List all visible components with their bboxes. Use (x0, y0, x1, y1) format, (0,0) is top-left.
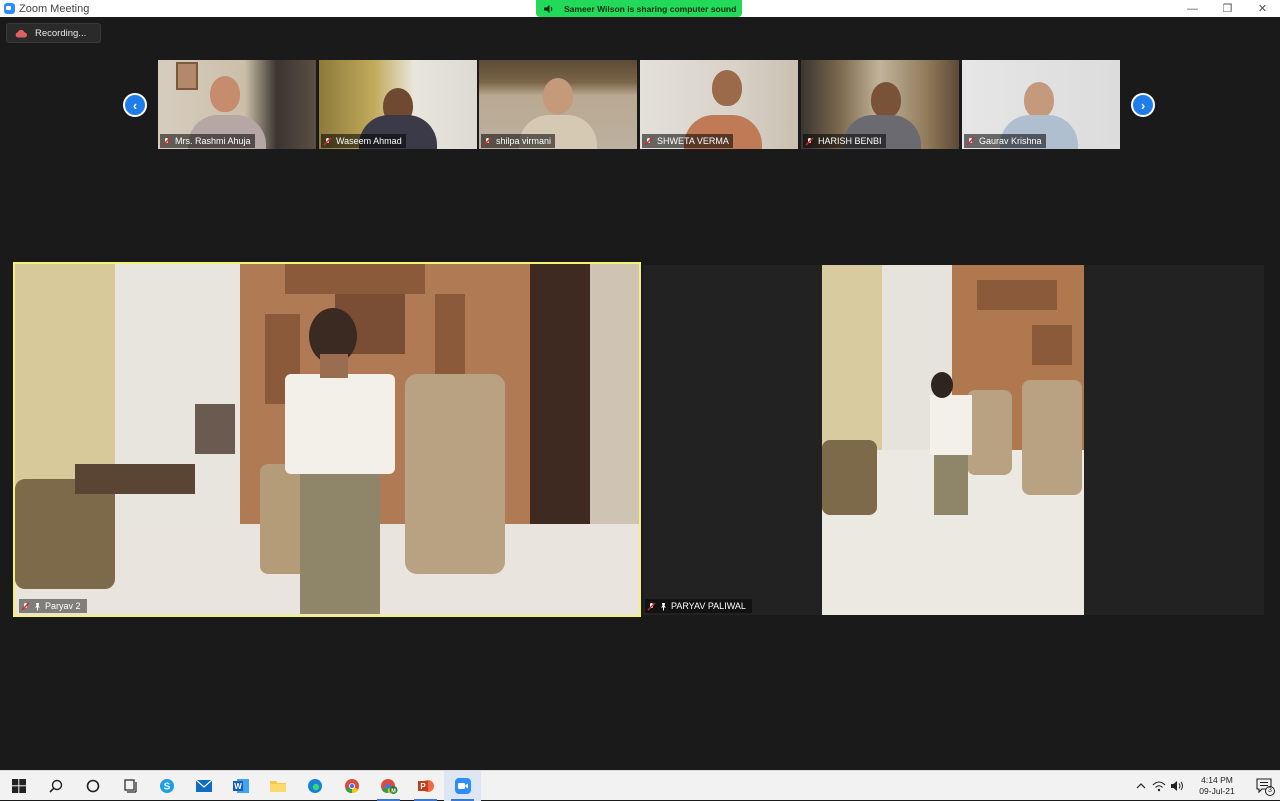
video-participant-name: PARYAV PALIWAL (671, 601, 746, 611)
wifi-icon (1152, 781, 1166, 792)
windows-taskbar: S W M P 4:14 PM 09-Jul-21 3 (0, 770, 1280, 801)
mic-muted-icon (647, 602, 656, 611)
windows-start-icon (11, 778, 26, 793)
chrome-profile-button[interactable]: M (370, 771, 407, 801)
participant-name: shilpa virmani (496, 136, 552, 146)
recording-indicator[interactable]: Recording... (6, 23, 101, 43)
show-hidden-icons-button[interactable] (1132, 771, 1150, 801)
participant-thumbnail[interactable]: SHWETA VERMA (640, 60, 798, 149)
skype-icon: S (159, 778, 174, 793)
chrome-profile-icon: M (380, 778, 397, 794)
word-icon: W (232, 778, 249, 793)
participant-thumbnail[interactable]: shilpa virmani (479, 60, 637, 149)
participant-name: Mrs. Rashmi Ahuja (175, 136, 251, 146)
mic-muted-icon (483, 137, 492, 146)
cortana-icon (86, 779, 99, 792)
clock-date: 09-Jul-21 (1199, 786, 1235, 796)
zoom-app-icon (4, 3, 15, 14)
sharing-banner-text: Sameer Wilson is sharing computer sound (564, 3, 737, 14)
mic-muted-icon (323, 137, 332, 146)
word-button[interactable]: W (222, 771, 259, 801)
folder-icon (269, 780, 286, 792)
participant-name: SHWETA VERMA (657, 136, 729, 146)
powerpoint-icon: P (417, 779, 434, 792)
participant-thumbnail[interactable]: Gaurav Krishna (962, 60, 1120, 149)
search-icon (48, 779, 62, 793)
mail-icon (195, 779, 212, 792)
restore-button[interactable]: ❐ (1210, 0, 1245, 17)
previous-page-button[interactable]: ‹ (123, 93, 147, 117)
file-explorer-button[interactable] (259, 771, 296, 801)
participant-name-tag: Gaurav Krishna (964, 134, 1046, 148)
window-title: Zoom Meeting (19, 2, 90, 15)
room-scene-illustration (822, 265, 1084, 615)
participant-video[interactable]: PARYAV PALIWAL (643, 265, 1264, 615)
task-view-button[interactable] (111, 771, 148, 801)
zoom-icon (454, 777, 471, 794)
video-name-tag: Paryav 2 (19, 599, 87, 613)
mic-muted-icon (966, 137, 975, 146)
chrome-icon (344, 778, 359, 793)
mic-muted-icon (21, 602, 30, 611)
edge-icon (307, 778, 322, 793)
svg-text:M: M (391, 788, 396, 794)
volume-icon (1171, 781, 1183, 791)
participant-name-tag: Mrs. Rashmi Ahuja (160, 134, 255, 148)
close-button[interactable]: ✕ (1245, 0, 1280, 17)
participant-name: HARISH BENBI (818, 136, 882, 146)
window-controls: — ❐ ✕ (1175, 0, 1280, 17)
cortana-button[interactable] (74, 771, 111, 801)
chrome-button[interactable] (333, 771, 370, 801)
zoom-button[interactable] (444, 770, 481, 801)
participant-name-tag: HARISH BENBI (803, 134, 886, 148)
svg-text:W: W (234, 782, 242, 791)
action-center-button[interactable]: 3 (1248, 771, 1280, 801)
sharing-sound-banner[interactable]: Sameer Wilson is sharing computer sound (536, 0, 742, 17)
skype-button[interactable]: S (148, 771, 185, 801)
network-button[interactable] (1150, 771, 1168, 801)
participant-name: Gaurav Krishna (979, 136, 1042, 146)
taskbar-clock[interactable]: 4:14 PM 09-Jul-21 (1186, 775, 1248, 797)
mic-muted-icon (644, 137, 653, 146)
volume-button[interactable] (1168, 771, 1186, 801)
start-button[interactable] (0, 771, 37, 801)
cloud-recording-icon (15, 29, 27, 37)
mic-muted-icon (805, 137, 814, 146)
recording-label: Recording... (35, 27, 87, 39)
participant-name-tag: SHWETA VERMA (642, 134, 733, 148)
pin-icon (33, 602, 42, 611)
mail-button[interactable] (185, 771, 222, 801)
next-page-button[interactable]: › (1131, 93, 1155, 117)
participant-thumbnail[interactable]: Waseem Ahmad (319, 60, 477, 149)
edge-button[interactable] (296, 771, 333, 801)
powerpoint-button[interactable]: P (407, 771, 444, 801)
participant-thumbnail[interactable]: Mrs. Rashmi Ahuja (158, 60, 316, 149)
clock-time: 4:14 PM (1201, 775, 1233, 785)
speaker-icon (544, 4, 553, 13)
svg-text:P: P (420, 782, 426, 791)
mic-muted-icon (162, 137, 171, 146)
pin-icon (659, 602, 668, 611)
room-scene-illustration (15, 264, 639, 615)
task-view-icon (123, 778, 137, 793)
notification-count-badge: 3 (1265, 786, 1275, 796)
participant-name-tag: shilpa virmani (481, 134, 556, 148)
video-name-tag: PARYAV PALIWAL (645, 599, 752, 613)
video-participant-name: Paryav 2 (45, 601, 81, 611)
svg-text:S: S (163, 781, 170, 792)
participant-thumbnail[interactable]: HARISH BENBI (801, 60, 959, 149)
participant-name: Waseem Ahmad (336, 136, 402, 146)
participant-name-tag: Waseem Ahmad (321, 134, 406, 148)
system-tray: 4:14 PM 09-Jul-21 3 (1132, 771, 1280, 801)
search-button[interactable] (37, 771, 74, 801)
minimize-button[interactable]: — (1175, 0, 1210, 17)
active-speaker-video[interactable]: Paryav 2 (13, 262, 641, 617)
chevron-up-icon (1136, 783, 1146, 789)
